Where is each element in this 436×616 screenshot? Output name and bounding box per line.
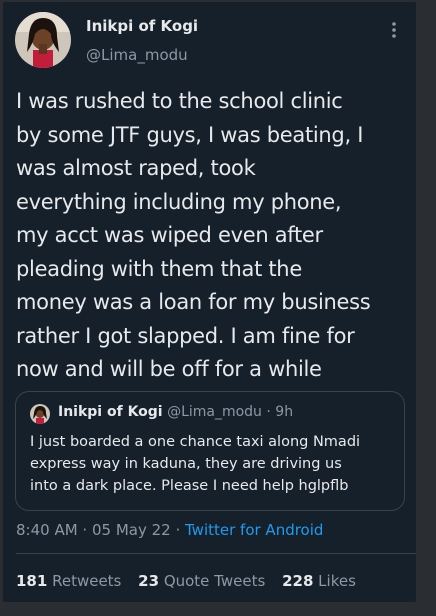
author-display-name[interactable]: Inikpi of Kogi bbox=[86, 17, 198, 35]
retweets-label: Retweets bbox=[52, 572, 122, 590]
author-handle[interactable]: @Lima_modu bbox=[86, 46, 188, 64]
likes-label: Likes bbox=[318, 572, 356, 590]
more-vertical-icon[interactable] bbox=[384, 18, 404, 42]
author-avatar[interactable] bbox=[15, 12, 71, 68]
likes-stat[interactable]: 228 Likes bbox=[282, 572, 356, 590]
tweet-source-link[interactable]: Twitter for Android bbox=[185, 521, 323, 539]
likes-count: 228 bbox=[282, 572, 314, 590]
quoted-author-avatar bbox=[30, 404, 50, 424]
quoted-tweet-header: Inikpi of Kogi @Lima_modu · 9h bbox=[58, 404, 293, 420]
quoted-author-name: Inikpi of Kogi bbox=[58, 404, 163, 420]
quote-tweets-label: Quote Tweets bbox=[163, 572, 266, 590]
tweet-text: I was rushed to the school clinic by som… bbox=[16, 89, 371, 381]
retweets-count: 181 bbox=[16, 572, 48, 590]
quoted-author-handle: @Lima_modu bbox=[167, 404, 262, 420]
quote-tweets-stat[interactable]: 23 Quote Tweets bbox=[138, 572, 265, 590]
meta-separator: · bbox=[170, 521, 185, 539]
tweet-timestamp[interactable]: 8:40 AM · 05 May 22 bbox=[16, 521, 171, 539]
tweet-meta: 8:40 AM · 05 May 22 · Twitter for Androi… bbox=[16, 521, 323, 539]
retweets-stat[interactable]: 181 Retweets bbox=[16, 572, 121, 590]
quoted-separator: · bbox=[266, 404, 271, 420]
divider bbox=[16, 553, 416, 554]
engagement-stats: 181 Retweets 23 Quote Tweets 228 Likes bbox=[16, 572, 368, 590]
quoted-time: 9h bbox=[275, 404, 294, 420]
tweet-card: Inikpi of Kogi @Lima_modu I was rushed t… bbox=[3, 2, 416, 602]
quoted-tweet-text: I just boarded a one chance taxi along N… bbox=[30, 434, 361, 494]
quoted-tweet[interactable]: Inikpi of Kogi @Lima_modu · 9h I just bo… bbox=[15, 391, 405, 511]
quote-tweets-count: 23 bbox=[138, 572, 160, 590]
